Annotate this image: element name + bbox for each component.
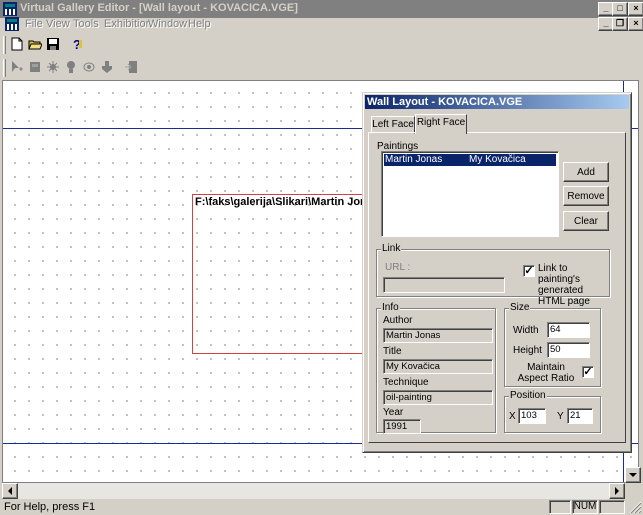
camera-icon (83, 62, 95, 72)
select-tool-button[interactable] (9, 59, 27, 77)
bulb-icon (67, 61, 75, 73)
child-close-button[interactable]: × (628, 17, 643, 31)
author-field[interactable]: Martin Jonas (383, 328, 493, 343)
aspect-ratio-label: Maintain Aspect Ratio (517, 362, 575, 384)
height-input[interactable]: 50 (547, 342, 590, 358)
info-label: Info (381, 302, 400, 313)
wall-tool-button[interactable] (27, 59, 45, 77)
wall-icon (30, 62, 40, 72)
width-label: Width (513, 325, 539, 336)
maximize-button[interactable]: □ (612, 2, 628, 16)
select-icon (12, 61, 23, 72)
menu-view[interactable]: View (46, 18, 70, 30)
hand-tool-button[interactable] (99, 59, 117, 77)
title-label: Title (383, 346, 402, 357)
link-checkbox-label: Link to painting's generated HTML page (538, 263, 590, 307)
x-input[interactable]: 103 (518, 408, 546, 424)
light-tool-button[interactable] (45, 59, 63, 77)
help-button[interactable]: ? (69, 36, 87, 54)
horizontal-scrollbar[interactable] (2, 483, 625, 499)
help-icon: ? (73, 37, 82, 51)
menu-help[interactable]: Help (188, 18, 211, 30)
list-item-author: Martin Jonas (385, 154, 443, 165)
technique-label: Technique (383, 377, 429, 388)
link-group: Link URL : ✓ Link to painting's generate… (376, 243, 610, 307)
child-restore-button[interactable]: ❐ (612, 17, 628, 31)
size-label: Size (509, 302, 531, 313)
link-checkbox[interactable]: ✓ (523, 265, 535, 277)
hand-icon (102, 61, 112, 73)
list-item-title: My Kovačica (469, 154, 526, 165)
save-button[interactable] (45, 36, 63, 54)
aspect-ratio-checkbox[interactable]: ✓ (582, 366, 594, 378)
add-button[interactable]: Add (563, 162, 609, 182)
status-panel-scroll (599, 500, 625, 514)
new-button[interactable] (9, 36, 27, 54)
position-label: Position (509, 390, 547, 401)
status-bar: For Help, press F1 NUM (0, 499, 643, 515)
menu-tools[interactable]: Tools (73, 18, 99, 30)
technique-field[interactable]: oil-painting (383, 390, 493, 405)
window-title: Virtual Gallery Editor - [Wall layout - … (20, 2, 298, 14)
paintings-list[interactable]: Martin Jonas My Kovačica (381, 151, 559, 237)
export-icon (125, 61, 137, 73)
close-button[interactable]: × (628, 2, 643, 16)
arrow-left-icon (8, 487, 12, 495)
document-icon[interactable] (5, 17, 19, 31)
year-label: Year (383, 407, 404, 418)
tools-toolbar (3, 57, 143, 79)
arrow-right-icon (615, 487, 619, 495)
menu-window[interactable]: Window (148, 18, 187, 30)
export-tool-button[interactable] (123, 59, 141, 77)
save-icon (47, 38, 59, 50)
author-label: Author (383, 315, 413, 326)
x-label: X (509, 411, 516, 422)
menu-exhibition[interactable]: Exhibition (104, 18, 152, 30)
position-group: Position X 103 Y 21 (504, 390, 601, 433)
size-grip-icon[interactable] (628, 500, 642, 514)
standard-toolbar: ? (3, 34, 103, 56)
scroll-left-button[interactable] (2, 483, 18, 499)
app-icon (3, 2, 17, 16)
title-field[interactable]: My Kovačica (383, 359, 493, 374)
status-panel-caps (549, 500, 571, 514)
open-button[interactable] (27, 36, 45, 54)
wall-layout-window[interactable]: Wall Layout - KOVACICA.VGE Left Face Rig… (362, 92, 632, 453)
info-group: Info Author Martin Jonas Title My Kovači… (376, 302, 496, 434)
tab-panel: Paintings Martin Jonas My Kovačica Add R… (368, 132, 626, 443)
y-label: Y (557, 411, 564, 422)
painting-path-label: F:\faks\galerija\Slikari\Martin Jon (195, 196, 367, 208)
scroll-down-button[interactable] (625, 467, 641, 483)
width-input[interactable]: 64 (547, 322, 590, 338)
vertical-scrollbar-end[interactable] (625, 467, 641, 499)
remove-button[interactable]: Remove (563, 186, 609, 206)
wall-layout-title[interactable]: Wall Layout - KOVACICA.VGE (365, 95, 629, 109)
year-field[interactable]: 1991 (383, 419, 421, 434)
height-label: Height (513, 345, 542, 356)
toolbar-grip[interactable] (3, 36, 6, 54)
size-group: Size Width 64 Height 50 Maintain Aspect … (504, 302, 601, 387)
url-label: URL : (385, 262, 411, 273)
scroll-right-button[interactable] (609, 483, 625, 499)
url-field[interactable] (383, 277, 505, 293)
link-label: Link (381, 243, 402, 254)
menu-file[interactable]: File (25, 18, 43, 30)
light-icon (47, 61, 59, 73)
status-text: For Help, press F1 (4, 501, 96, 513)
menu-bar: File View Tools Exhibition Window Help _… (0, 16, 643, 34)
bulb-tool-button[interactable] (63, 59, 81, 77)
list-item[interactable]: Martin Jonas My Kovačica (384, 154, 556, 166)
camera-tool-button[interactable] (81, 59, 99, 77)
arrow-down-icon (629, 473, 637, 477)
tab-right-face[interactable]: Right Face (415, 114, 467, 134)
status-panel-num: NUM (572, 500, 598, 514)
y-input[interactable]: 21 (567, 408, 593, 424)
toolbar-grip-2[interactable] (3, 59, 6, 77)
clear-button[interactable]: Clear (563, 211, 609, 231)
new-icon (11, 37, 23, 51)
open-icon (28, 40, 42, 50)
